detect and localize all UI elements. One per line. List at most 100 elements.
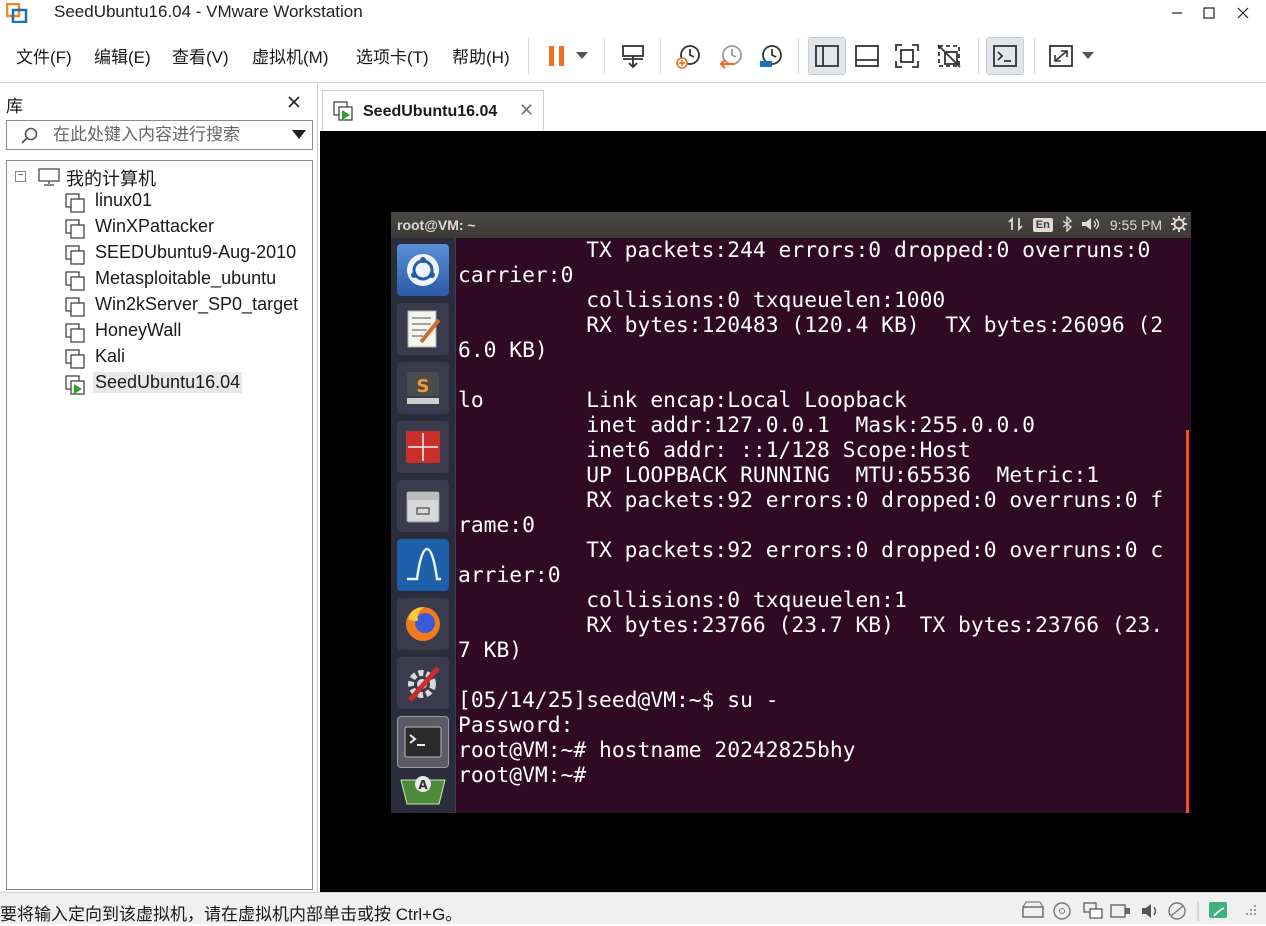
resize-grip-icon[interactable] [1242, 901, 1260, 924]
close-icon[interactable] [1226, 0, 1260, 26]
terminal-output[interactable]: TX packets:244 errors:0 dropped:0 overru… [458, 238, 1178, 788]
snapshot-take-icon[interactable] [670, 37, 708, 75]
wireshark-icon[interactable] [397, 539, 449, 591]
terminal-window[interactable]: TX packets:244 errors:0 dropped:0 overru… [457, 238, 1191, 813]
vm-label: Win2kServer_SP0_target [95, 294, 299, 314]
maximize-icon[interactable] [1192, 0, 1226, 26]
send-ctrl-alt-del-icon[interactable] [614, 37, 652, 75]
toolbar-separator [528, 38, 529, 74]
vm-label: linux01 [95, 190, 153, 210]
menu-tabs[interactable]: 选项卡(T) [356, 43, 429, 68]
text-editor-icon[interactable] [397, 303, 449, 355]
status-message: 要将输入定向到该虚拟机，请在虚拟机内部单击或按 Ctrl+G。 [0, 905, 463, 924]
file-manager-icon[interactable] [397, 480, 449, 532]
sublime-text-icon[interactable]: S [397, 362, 449, 414]
terminal-line: UP LOOPBACK RUNNING MTU:65536 Metric:1 [458, 463, 1100, 488]
sound-card-icon[interactable] [1140, 901, 1160, 926]
terminator-icon[interactable] [397, 421, 449, 473]
clock[interactable]: 9:55 PM [1110, 217, 1162, 233]
terminal-icon[interactable] [397, 716, 449, 768]
vm-running-icon [333, 101, 353, 126]
thumbnail-bar-icon[interactable] [848, 37, 886, 75]
system-settings-icon[interactable] [397, 657, 449, 709]
guest-desktop[interactable]: root@VM: ~ En 9:55 PM S A TX packets:244… [391, 212, 1191, 813]
menu-edit[interactable]: 编辑(E) [94, 43, 151, 68]
vm-label: SeedUbuntu16.04 [93, 372, 243, 393]
collapse-icon[interactable]: − [15, 171, 26, 182]
printer-icon[interactable] [1166, 901, 1188, 926]
library-search[interactable] [6, 120, 313, 150]
toolbar-separator [604, 38, 605, 74]
bluetooth-icon[interactable] [1062, 214, 1072, 235]
computer-icon [38, 168, 60, 191]
menu-view[interactable]: 查看(V) [172, 43, 229, 68]
gear-icon[interactable] [1171, 215, 1187, 235]
fullscreen-icon[interactable] [888, 37, 926, 75]
unity-icon[interactable] [930, 37, 968, 75]
tree-root-label: 我的计算机 [66, 169, 156, 189]
terminal-line: RX bytes:120483 (120.4 KB) TX bytes:2609… [458, 313, 1164, 338]
network-updown-icon[interactable] [1008, 216, 1024, 235]
terminal-line: [05/14/25]seed@VM:~$ su - [458, 688, 779, 713]
network-adapter-icon[interactable] [1082, 901, 1104, 926]
stretch-dropdown-icon[interactable] [1076, 37, 1100, 75]
guest-indicators: En 9:55 PM [1008, 212, 1187, 238]
console-view-icon[interactable] [986, 37, 1024, 75]
chevron-down-icon[interactable] [292, 130, 306, 139]
menu-file[interactable]: 文件(F) [16, 43, 72, 68]
vm-tree: − 我的计算机 linux01 WinXPattacker SEEDUbuntu… [6, 160, 313, 890]
vm-icon [65, 271, 85, 296]
display-icon[interactable] [1196, 901, 1200, 926]
pause-dropdown-icon[interactable] [570, 37, 594, 75]
cd-rom-icon[interactable] [1052, 901, 1072, 926]
terminal-line: carrier:0 [458, 263, 574, 288]
vmware-logo-icon [5, 2, 28, 24]
vm-icon [65, 349, 85, 374]
usb-icon[interactable] [1110, 901, 1132, 926]
terminal-line: Password: [458, 713, 574, 738]
terminal-line: lo Link encap:Local Loopback [458, 388, 907, 413]
firefox-icon[interactable] [397, 598, 449, 650]
vm-console[interactable]: root@VM: ~ En 9:55 PM S A TX packets:244… [320, 131, 1266, 892]
ubuntu-dash-icon[interactable] [397, 244, 449, 296]
message-icon[interactable] [1208, 901, 1230, 926]
keyboard-layout-indicator[interactable]: En [1032, 218, 1053, 232]
svg-text:A: A [418, 778, 428, 792]
menu-help[interactable]: 帮助(H) [452, 43, 510, 68]
terminal-scrollbar[interactable] [1186, 430, 1189, 813]
tab-label: SeedUbuntu16.04 [363, 103, 498, 120]
library-title: 库 [6, 97, 23, 116]
search-input[interactable] [53, 125, 283, 145]
snapshot-manager-icon[interactable] [752, 37, 790, 75]
terminal-line: 7 KB) [458, 638, 523, 663]
tab-seedubuntu16[interactable]: SeedUbuntu16.04 ✕ [322, 90, 544, 131]
vm-label: HoneyWall [95, 320, 182, 340]
menu-vm[interactable]: 虚拟机(M) [252, 43, 328, 68]
software-updater-icon[interactable]: A [397, 770, 449, 810]
minimize-icon[interactable] [1160, 0, 1194, 26]
library-view-icon[interactable] [808, 37, 846, 75]
volume-icon[interactable] [1081, 216, 1101, 235]
vm-label: SEEDUbuntu9-Aug-2010 [95, 242, 297, 262]
terminal-line: collisions:0 txqueuelen:1000 [458, 288, 946, 313]
snapshot-revert-icon[interactable] [712, 37, 750, 75]
close-icon[interactable] [288, 90, 300, 113]
stretch-icon[interactable] [1042, 37, 1080, 75]
terminal-line: inet addr:127.0.0.1 Mask:255.0.0.0 [458, 413, 1035, 438]
close-tab-icon[interactable]: ✕ [519, 100, 534, 121]
toolbar-separator [1034, 38, 1035, 74]
vm-running-icon [65, 375, 85, 400]
guest-top-panel: root@VM: ~ En 9:55 PM [391, 212, 1191, 238]
vm-icon [65, 323, 85, 348]
terminal-line: inet6 addr: ::1/128 Scope:Host [458, 438, 971, 463]
search-icon [21, 127, 39, 150]
terminal-line: RX bytes:23766 (23.7 KB) TX bytes:23766 … [458, 613, 1164, 638]
guest-launcher: S A [391, 238, 456, 813]
vm-icon [65, 245, 85, 270]
terminal-line: root@VM:~# hostname 20242825bhy [458, 738, 856, 763]
hard-disk-icon[interactable] [1022, 901, 1044, 924]
toolbar-separator [978, 38, 979, 74]
terminal-line: collisions:0 txqueuelen:1 [458, 588, 907, 613]
